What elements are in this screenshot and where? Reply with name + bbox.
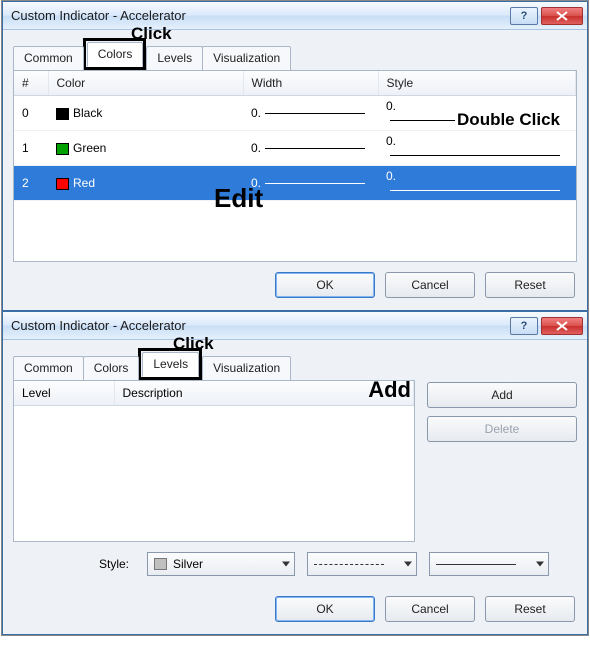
chevron-down-icon bbox=[404, 562, 412, 567]
silver-swatch-icon bbox=[154, 558, 167, 570]
style-color-combo[interactable]: Silver bbox=[147, 552, 295, 576]
tab-visualization[interactable]: Visualization bbox=[202, 46, 291, 70]
dialog-colors: Custom Indicator - Accelerator ? Click C… bbox=[2, 1, 588, 311]
highlight-colors-tab: Colors bbox=[83, 38, 147, 70]
style-dash-combo[interactable] bbox=[307, 552, 417, 576]
cancel-button[interactable]: Cancel bbox=[385, 596, 475, 622]
style-label: Style: bbox=[15, 557, 135, 571]
delete-button: Delete bbox=[427, 416, 577, 442]
help-button[interactable]: ? bbox=[510, 7, 538, 25]
window-title: Custom Indicator - Accelerator bbox=[11, 8, 507, 23]
add-button[interactable]: Add bbox=[427, 382, 577, 408]
col-level[interactable]: Level bbox=[14, 381, 114, 406]
solid-line-icon bbox=[436, 564, 516, 565]
tab-common[interactable]: Common bbox=[13, 46, 84, 70]
reset-button[interactable]: Reset bbox=[485, 272, 575, 298]
tab-strip: Common Colors Levels Visualization bbox=[13, 348, 577, 380]
titlebar[interactable]: Custom Indicator - Accelerator ? bbox=[3, 2, 587, 30]
style-line bbox=[390, 190, 560, 191]
dash-line-icon bbox=[314, 564, 384, 565]
ok-button[interactable]: OK bbox=[275, 272, 375, 298]
style-width-combo[interactable] bbox=[429, 552, 549, 576]
ok-button[interactable]: OK bbox=[275, 596, 375, 622]
levels-list[interactable]: Level Description bbox=[13, 380, 415, 542]
close-button[interactable] bbox=[541, 7, 583, 25]
cancel-button[interactable]: Cancel bbox=[385, 272, 475, 298]
button-row: OK Cancel Reset bbox=[13, 262, 577, 300]
reset-button[interactable]: Reset bbox=[485, 596, 575, 622]
chevron-down-icon bbox=[282, 562, 290, 567]
colors-table[interactable]: # Color Width Style 0 Black 0. 0. bbox=[14, 71, 576, 201]
width-line bbox=[265, 183, 365, 184]
help-button[interactable]: ? bbox=[510, 317, 538, 335]
color-swatch-red bbox=[56, 178, 69, 190]
tab-visualization[interactable]: Visualization bbox=[202, 356, 291, 380]
tab-common[interactable]: Common bbox=[13, 356, 84, 380]
window-title: Custom Indicator - Accelerator bbox=[11, 318, 507, 333]
table-row-selected[interactable]: 2 Red 0. 0. bbox=[14, 166, 576, 201]
color-swatch-black bbox=[56, 108, 69, 120]
levels-buttons: Add Delete bbox=[427, 380, 577, 542]
style-line bbox=[390, 155, 560, 156]
table-row[interactable]: 1 Green 0. 0. bbox=[14, 131, 576, 166]
levels-panel: Level Description Add Delete bbox=[13, 380, 577, 542]
color-swatch-green bbox=[56, 143, 69, 155]
anno-edit: Edit bbox=[214, 183, 263, 214]
width-line bbox=[265, 148, 365, 149]
anno-add: Add bbox=[368, 377, 411, 403]
button-row: OK Cancel Reset bbox=[13, 586, 577, 624]
close-button[interactable] bbox=[541, 317, 583, 335]
col-width[interactable]: Width bbox=[243, 71, 378, 96]
anno-double-click: Double Click bbox=[455, 110, 562, 130]
colors-panel: # Color Width Style 0 Black 0. 0. bbox=[13, 70, 577, 262]
width-line bbox=[265, 113, 365, 114]
dialog-levels: Custom Indicator - Accelerator ? Click C… bbox=[2, 311, 588, 635]
tab-levels[interactable]: Levels bbox=[146, 46, 203, 70]
highlight-levels-tab: Levels bbox=[138, 348, 202, 380]
tab-strip: Common Colors Levels Visualization bbox=[13, 38, 577, 70]
chevron-down-icon bbox=[536, 562, 544, 567]
col-style[interactable]: Style bbox=[378, 71, 576, 96]
col-num[interactable]: # bbox=[14, 71, 48, 96]
tab-colors[interactable]: Colors bbox=[83, 356, 140, 380]
tab-levels[interactable]: Levels bbox=[142, 352, 199, 377]
style-row: Style: Silver bbox=[13, 542, 577, 586]
tab-colors[interactable]: Colors bbox=[87, 42, 144, 67]
titlebar[interactable]: Custom Indicator - Accelerator ? bbox=[3, 312, 587, 340]
col-color[interactable]: Color bbox=[48, 71, 243, 96]
